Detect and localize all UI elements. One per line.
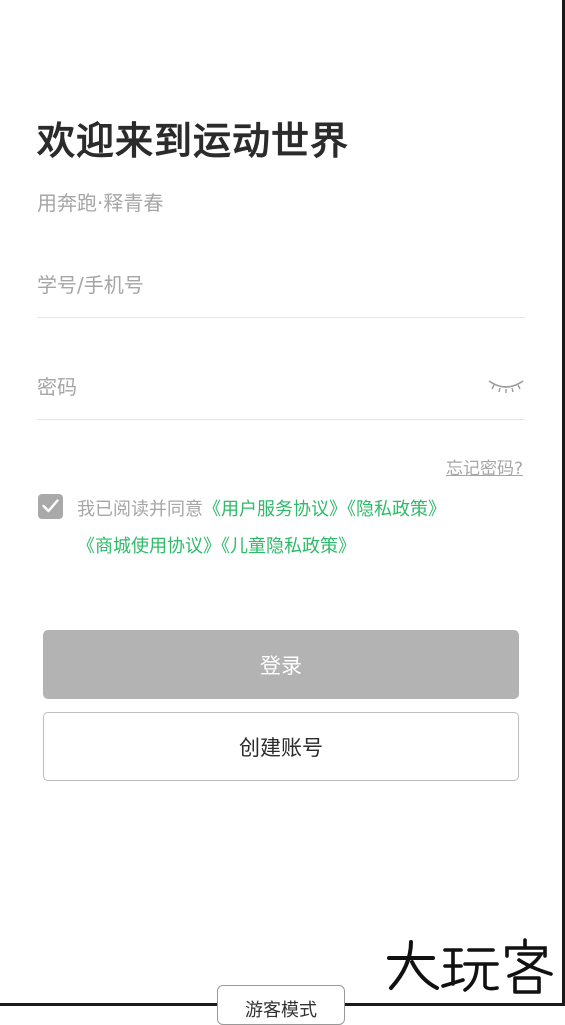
create-account-button[interactable]: 创建账号 [43, 712, 519, 781]
agreement-text: 我已阅读并同意 [77, 499, 203, 520]
username-field-container [37, 267, 525, 318]
agreement-line-2: 《商城使用协议》《儿童隐私政策》 [77, 532, 356, 558]
guest-mode-button[interactable]: 游客模式 [217, 985, 345, 1025]
username-input[interactable] [37, 267, 477, 303]
check-icon [42, 499, 59, 513]
mall-usage-agreement-link[interactable]: 《商城使用协议》 [77, 536, 221, 557]
agreement-checkbox[interactable] [38, 494, 63, 519]
login-button[interactable]: 登录 [43, 630, 519, 699]
user-service-agreement-link[interactable]: 《用户服务协议》 [203, 499, 347, 520]
password-field-container [37, 369, 525, 420]
password-input[interactable] [37, 369, 477, 405]
privacy-policy-link[interactable]: 《隐私政策》 [347, 499, 446, 520]
welcome-title: 欢迎来到运动世界 [37, 119, 350, 163]
forgot-password-link[interactable]: 忘记密码? [446, 454, 523, 479]
welcome-subtitle: 用奔跑·释青春 [37, 191, 164, 215]
agreement-line-1: 我已阅读并同意《用户服务协议》《隐私政策》 [77, 495, 446, 521]
watermark-logo [385, 936, 557, 996]
children-privacy-policy-link[interactable]: 《儿童隐私政策》 [221, 536, 356, 557]
eye-closed-icon[interactable] [487, 375, 525, 397]
